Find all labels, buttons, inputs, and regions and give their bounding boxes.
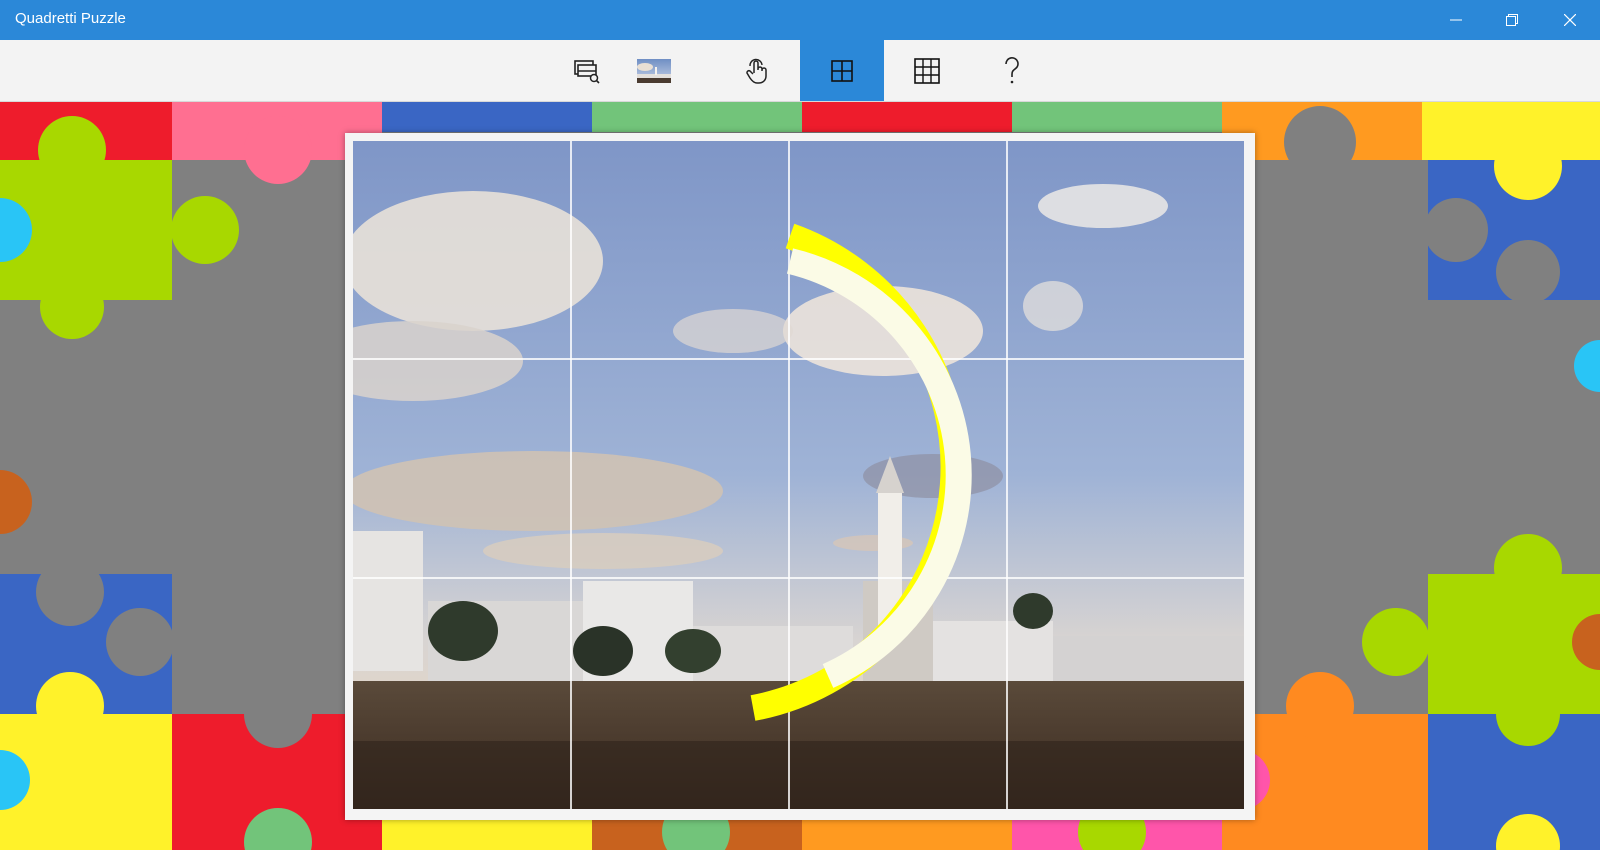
- restore-icon: [1506, 14, 1518, 26]
- restore-button[interactable]: [1484, 0, 1540, 40]
- current-image-thumbnail[interactable]: [612, 40, 696, 101]
- grid-2x2-button[interactable]: [800, 40, 884, 101]
- grid-3x3-icon: [914, 57, 940, 84]
- close-icon: [1564, 14, 1576, 26]
- yellow-arc-progress: [750, 223, 972, 721]
- title-bar: Quadretti Puzzle: [0, 0, 1600, 40]
- app-title: Quadretti Puzzle: [15, 10, 126, 27]
- image-thumbnail: [637, 58, 671, 83]
- help-button[interactable]: [970, 40, 1054, 101]
- question-icon: [1005, 56, 1019, 83]
- toolbar: [0, 40, 1600, 102]
- puzzle-board: [345, 133, 1255, 820]
- gallery-search-icon: [574, 59, 600, 84]
- minimize-icon: [1450, 19, 1462, 21]
- grid-3x3-button[interactable]: [885, 40, 969, 101]
- close-button[interactable]: [1542, 0, 1598, 40]
- puzzle-image[interactable]: [353, 141, 1244, 809]
- minimize-button[interactable]: [1428, 0, 1484, 40]
- grid-2x2-icon: [831, 59, 853, 82]
- hand-touch-icon: [746, 58, 767, 84]
- touch-mode-button[interactable]: [715, 40, 799, 101]
